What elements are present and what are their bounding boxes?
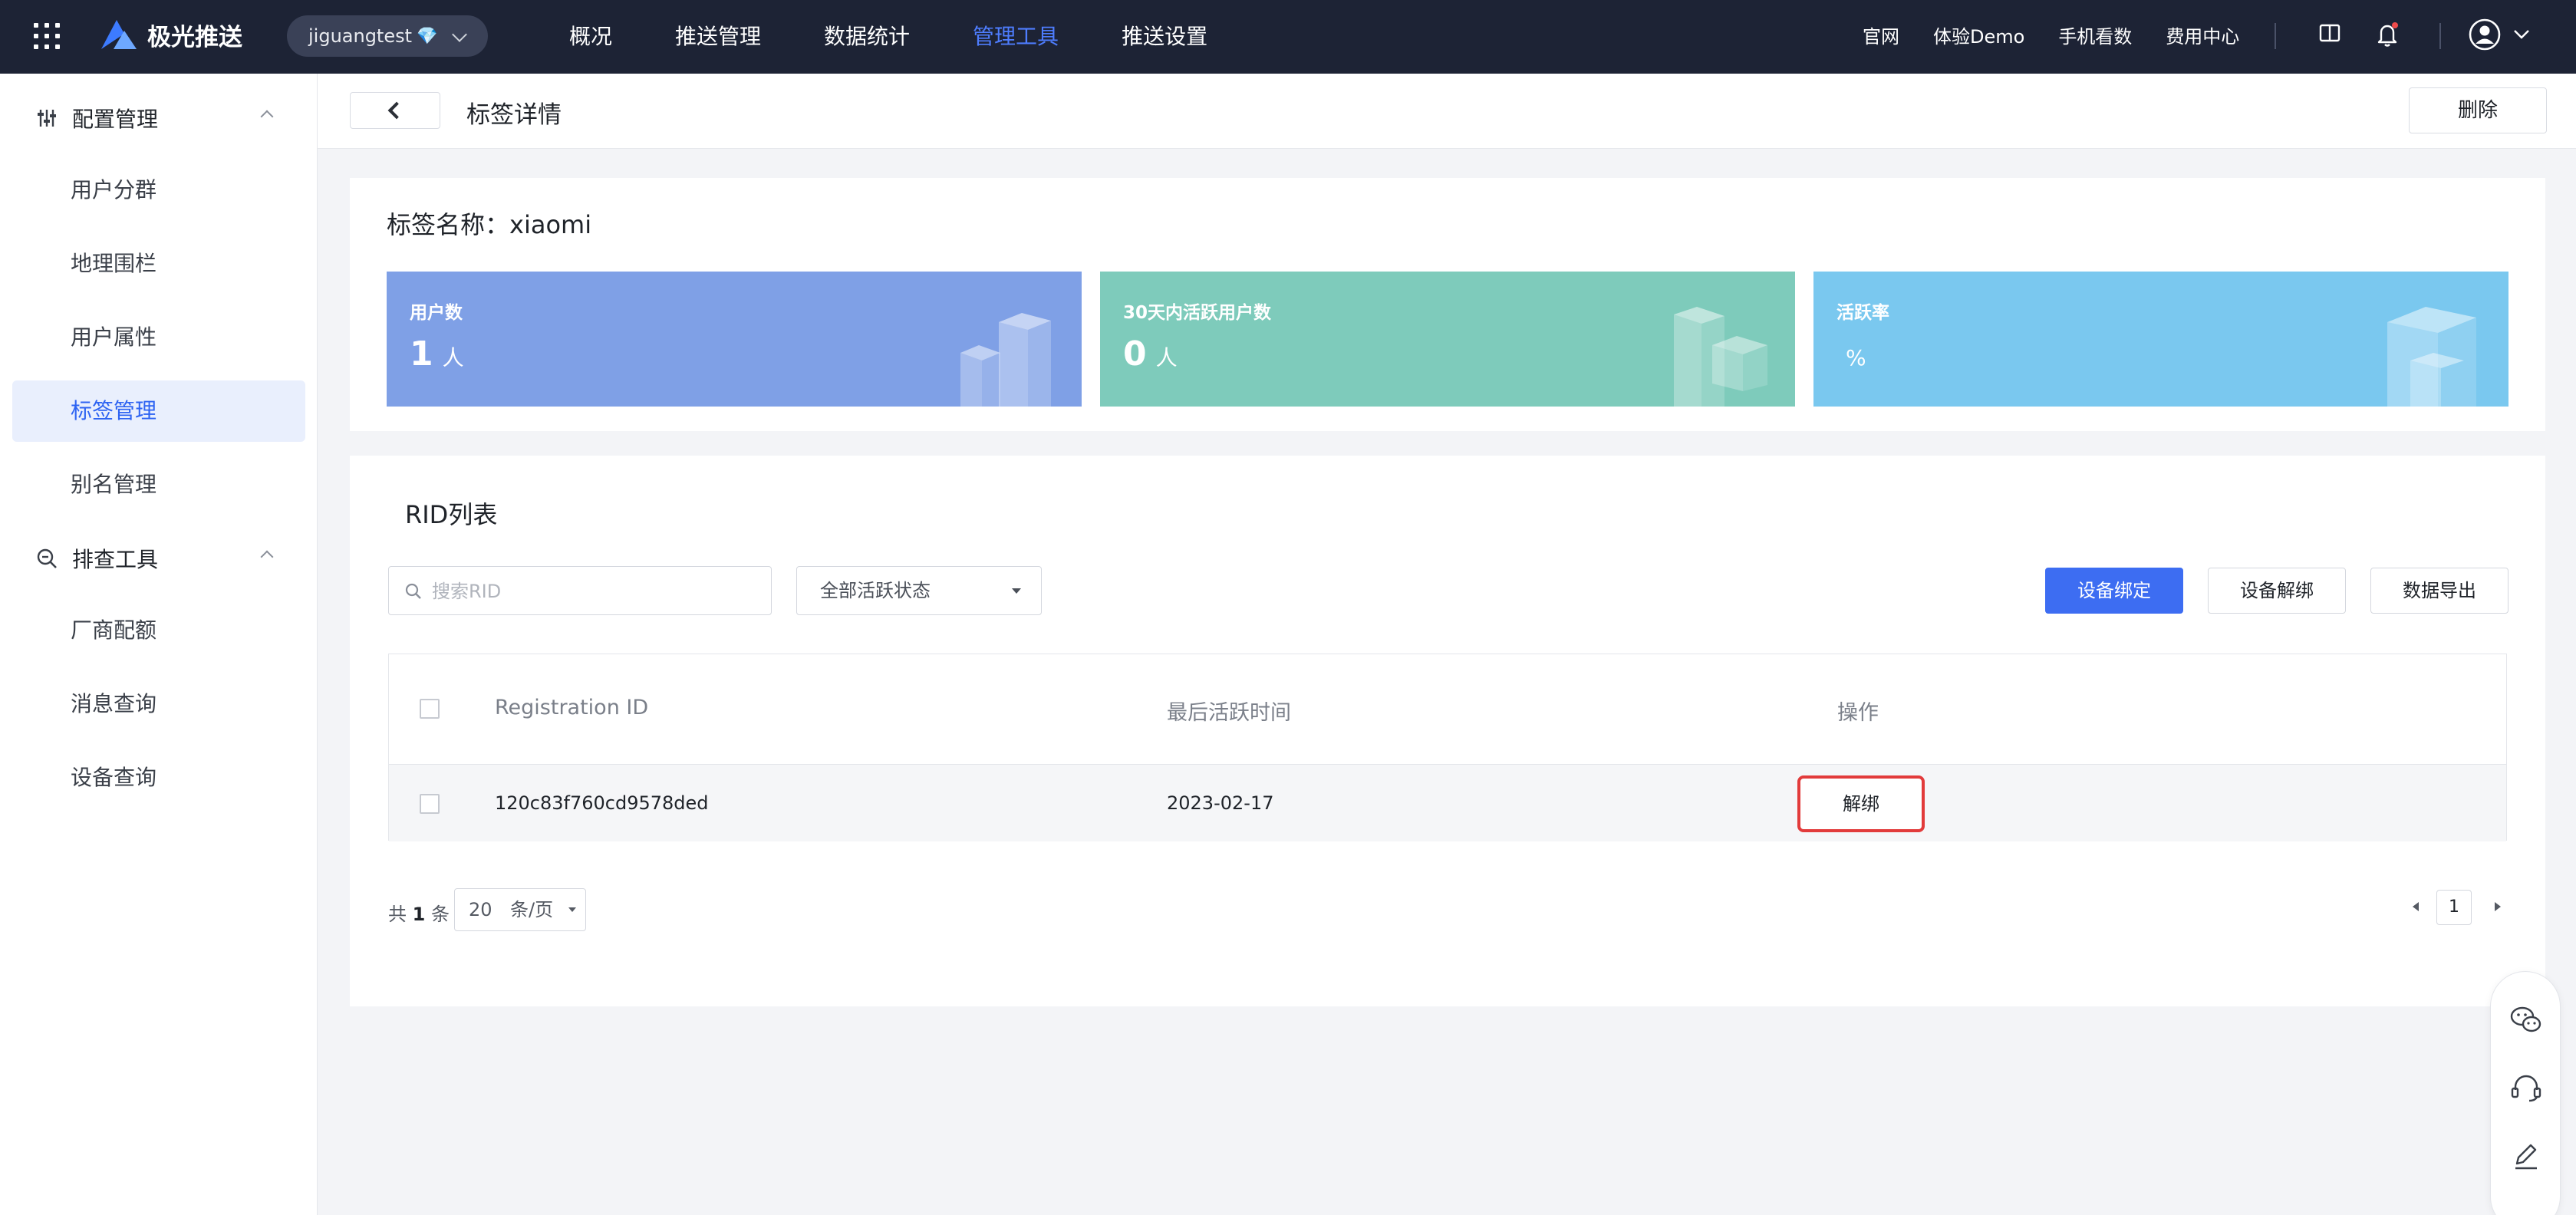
- link-billing[interactable]: 费用中心: [2166, 0, 2239, 74]
- rid-list-card: RID列表 全部活跃状态 设备绑定 设备解绑 数据导出 Registration…: [350, 456, 2545, 1006]
- divider: [2439, 23, 2441, 49]
- customer-service-icon[interactable]: [2509, 1072, 2543, 1104]
- sidebar-item-user-segments[interactable]: 用户分群: [12, 160, 305, 221]
- diamond-icon: 💎: [417, 26, 438, 46]
- stat-value: 1人: [410, 334, 464, 374]
- page-size-value: 20: [469, 899, 492, 920]
- caret-down-icon: [568, 907, 576, 912]
- column-header-rid: Registration ID: [495, 696, 649, 719]
- back-button[interactable]: [350, 92, 440, 129]
- search-input[interactable]: [432, 576, 754, 607]
- app-selector[interactable]: jiguangtest 💎: [287, 15, 488, 57]
- nav-push-settings[interactable]: 推送设置: [1122, 0, 1207, 74]
- cell-last-active: 2023-02-17: [1167, 792, 1274, 814]
- sidebar-item-vendor-quota[interactable]: 厂商配额: [12, 600, 305, 661]
- table-header: Registration ID 最后活跃时间 操作: [389, 654, 2506, 765]
- sidebar-item-tag-management[interactable]: 标签管理: [12, 380, 305, 442]
- main-nav: 概况 推送管理 数据统计 管理工具 推送设置: [569, 0, 1270, 74]
- select-all-checkbox[interactable]: [420, 699, 440, 719]
- prev-page-icon[interactable]: [2413, 902, 2419, 911]
- nav-management-tools[interactable]: 管理工具: [973, 0, 1059, 74]
- page-size-select[interactable]: 20 条/页: [454, 888, 586, 931]
- search-icon: [405, 583, 421, 599]
- rid-table: Registration ID 最后活跃时间 操作 120c83f760cd95…: [388, 654, 2507, 841]
- stat-active-30d: 30天内活跃用户数 0人: [1100, 272, 1795, 407]
- wechat-icon[interactable]: [2509, 1004, 2543, 1035]
- section-title: RID列表: [405, 500, 498, 529]
- sidebar-group-troubleshoot[interactable]: 排查工具: [0, 535, 318, 581]
- table-row: 120c83f760cd9578ded 2023-02-17 解绑: [389, 765, 2506, 841]
- cubes-decoration-icon: [1674, 307, 1767, 407]
- column-header-action: 操作: [1837, 701, 1879, 725]
- page-number[interactable]: 1: [2436, 890, 2472, 925]
- chevron-down-icon[interactable]: [2513, 29, 2530, 40]
- stat-label: 用户数: [410, 303, 463, 323]
- cell-rid: 120c83f760cd9578ded: [495, 792, 709, 814]
- pager-total: 共 1 条: [388, 904, 450, 925]
- aurora-logo-icon: [101, 20, 137, 49]
- chevron-up-icon: [260, 110, 274, 123]
- app-grid-icon[interactable]: [34, 23, 60, 49]
- page-title: 标签详情: [466, 101, 562, 129]
- sliders-icon: [38, 110, 56, 127]
- sidebar-item-geofence[interactable]: 地理围栏: [12, 233, 305, 295]
- row-checkbox[interactable]: [420, 794, 440, 814]
- chevron-up-icon: [260, 550, 274, 564]
- stat-value: %: [1846, 345, 1866, 370]
- floating-toolbar: [2490, 971, 2561, 1215]
- cubes-decoration-icon: [2387, 307, 2476, 407]
- column-header-last-active: 最后活跃时间: [1167, 701, 1291, 725]
- top-navbar: 极光推送 jiguangtest 💎 概况 推送管理 数据统计 管理工具 推送设…: [0, 0, 2576, 74]
- rid-search[interactable]: [388, 566, 772, 615]
- search-zoom-icon: [37, 548, 57, 568]
- nav-overview[interactable]: 概况: [569, 0, 612, 74]
- link-demo[interactable]: 体验Demo: [1933, 0, 2024, 74]
- book-icon[interactable]: [2318, 21, 2341, 44]
- chevron-left-icon: [387, 101, 406, 120]
- row-unbind-button[interactable]: 解绑: [1797, 775, 1925, 832]
- active-status-select[interactable]: 全部活跃状态: [796, 566, 1042, 615]
- stat-value: 0人: [1123, 334, 1178, 374]
- sidebar-item-user-attributes[interactable]: 用户属性: [12, 307, 305, 368]
- nav-push-management[interactable]: 推送管理: [675, 0, 761, 74]
- divider: [2275, 23, 2276, 49]
- export-data-button[interactable]: 数据导出: [2370, 568, 2508, 614]
- sidebar-item-message-query[interactable]: 消息查询: [12, 673, 305, 735]
- top-links: 官网 体验Demo 手机看数 费用中心: [1863, 0, 2273, 74]
- caret-down-icon: [1012, 588, 1021, 594]
- sidebar-group-label: 配置管理: [72, 107, 159, 132]
- page-size-unit: 条/页: [510, 899, 554, 920]
- stat-label: 30天内活跃用户数: [1123, 303, 1272, 323]
- sidebar-item-device-query[interactable]: 设备查询: [12, 747, 305, 808]
- sidebar-group-label: 排查工具: [72, 547, 159, 572]
- delete-button[interactable]: 删除: [2409, 87, 2547, 133]
- tag-name-label: 标签名称：xiaomi: [387, 210, 592, 239]
- brand-logo[interactable]: 极光推送: [98, 17, 242, 52]
- tag-summary-card: 标签名称：xiaomi 用户数 1人 30天内活跃用户数 0人 活跃率 %: [350, 178, 2545, 431]
- bell-icon[interactable]: [2375, 21, 2400, 48]
- stat-active-rate: 活跃率 %: [1813, 272, 2508, 407]
- link-mobile-view[interactable]: 手机看数: [2058, 0, 2132, 74]
- cubes-decoration-icon: [960, 313, 1051, 407]
- select-value: 全部活跃状态: [820, 580, 931, 601]
- next-page-icon[interactable]: [2495, 902, 2501, 911]
- unbind-device-button[interactable]: 设备解绑: [2208, 568, 2346, 614]
- brand-name: 极光推送: [147, 23, 242, 51]
- stat-label: 活跃率: [1836, 303, 1889, 323]
- link-official-site[interactable]: 官网: [1863, 0, 1899, 74]
- nav-statistics[interactable]: 数据统计: [824, 0, 910, 74]
- sidebar: 配置管理 用户分群 地理围栏 用户属性 标签管理 别名管理 排查工具 厂商配额 …: [0, 74, 318, 1215]
- bind-device-button[interactable]: 设备绑定: [2045, 568, 2183, 614]
- page-header: 标签详情 删除: [318, 74, 2576, 149]
- chevron-down-icon: [452, 27, 467, 42]
- app-name: jiguangtest: [308, 25, 413, 47]
- stat-user-count: 用户数 1人: [387, 272, 1082, 407]
- user-avatar-icon[interactable]: [2469, 18, 2501, 51]
- sidebar-item-alias-management[interactable]: 别名管理: [12, 454, 305, 515]
- sidebar-group-config[interactable]: 配置管理: [0, 95, 318, 141]
- edit-icon[interactable]: [2509, 1141, 2543, 1171]
